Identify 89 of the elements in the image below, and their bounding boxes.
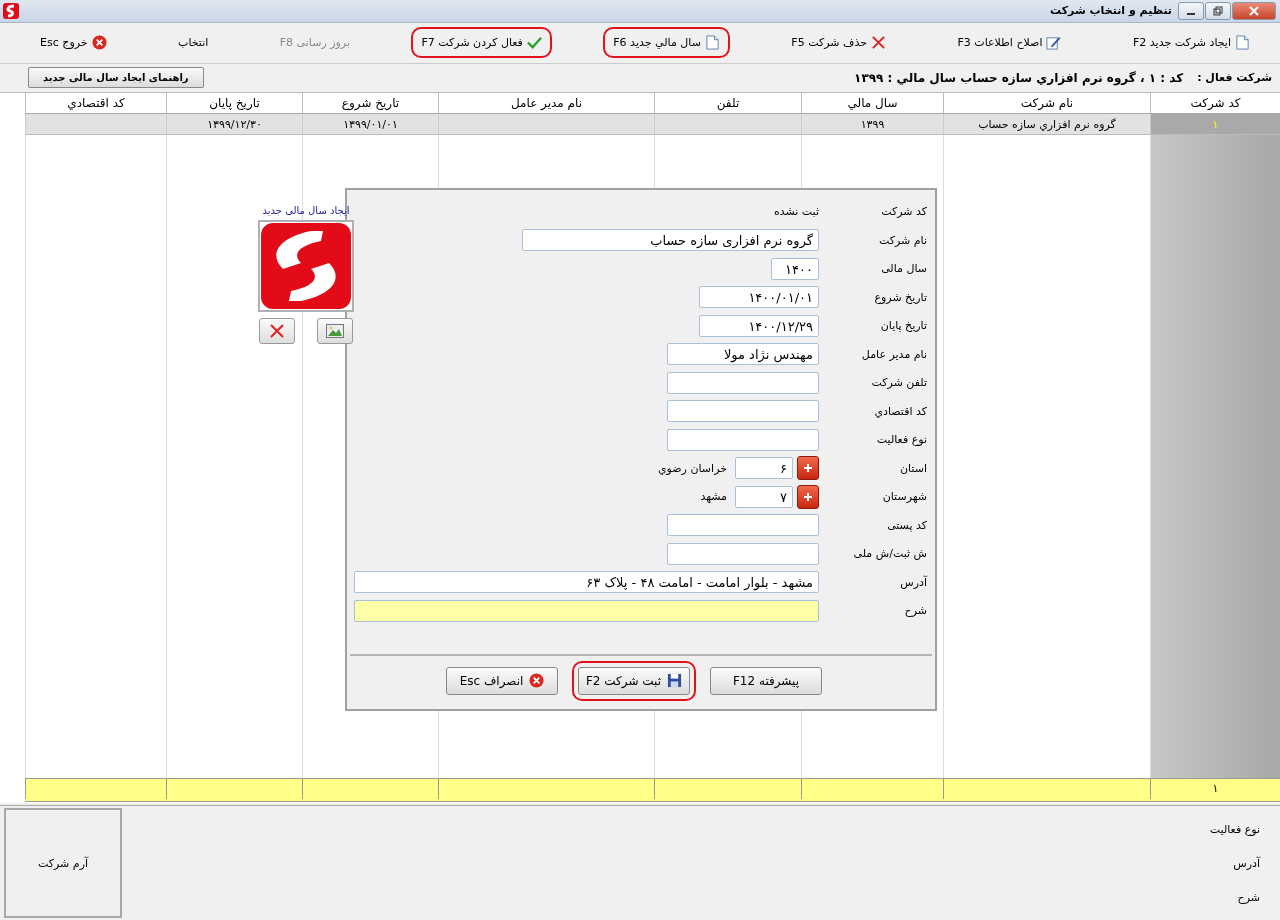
field-label: ش ثبت/ش ملی [852,547,927,561]
dialog-button[interactable]: پیشرفته F12 [710,666,822,695]
remove-image-button[interactable] [259,317,295,344]
save-icon [667,673,683,689]
detail-label: شرح [1236,890,1260,904]
field-label: کد شرکت [880,205,927,219]
document-icon [704,35,720,51]
toolbar-button[interactable]: انتخاب [168,28,219,58]
input-field[interactable] [667,542,819,565]
column-header[interactable]: تاريخ پايان [166,92,302,113]
input-field[interactable]: ۱۴۰۰/۰۱/۰۱ [699,286,819,309]
logo-label: آرم شرکت [38,856,88,870]
exit-icon [529,673,545,689]
field-label: نوع فعالیت [875,433,927,447]
input-field[interactable] [667,400,819,423]
minimize-button[interactable] [1178,1,1204,20]
field-label: سال مالی [880,262,927,276]
add-button[interactable] [797,456,819,481]
toolbar-button[interactable]: خروج Esc [30,27,117,59]
detail-label: نوع فعالیت [1209,822,1260,836]
dialog-button[interactable]: انصراف Esc [446,666,558,695]
table-row[interactable]: ۱ گروه نرم افزاري سازه حساب ۱۳۹۹ ۱۳۹۹/۰۱/۰۱ ۱۳۹۹/۱۲/۳۰ [25,113,1280,135]
column-header[interactable]: تاريخ شروع [302,92,438,113]
field-label: شرح [903,604,927,618]
field-label: کد اقتصادي [873,404,927,418]
toolbar-button[interactable]: ایجاد شرکت جدید F2 [1122,27,1260,59]
input-field[interactable]: مشهد - بلوار امامت - امامت ۴۸ - پلاک ۶۳ [354,571,819,594]
field-label: تاریخ پایان [879,319,927,333]
document-icon [1235,35,1250,51]
field-label: آدرس [899,575,927,589]
check-icon [526,35,542,51]
detail-label: آدرس [1232,856,1260,870]
active-company-value: کد : ۱ ، گروه نرم افزاري سازه حساب سال مالي : ۱۳۹۹ [854,70,1184,85]
toolbar-button[interactable]: حذف شرکت F5 [781,27,896,59]
pencil-icon [1046,35,1062,51]
help-button[interactable]: راهنمای ایجاد سال مالی جدید [28,67,204,89]
input-field[interactable]: ۱۴۰۰ [771,257,819,280]
table-cell: گروه نرم افزاري سازه حساب [978,117,1116,131]
field-label: تاریخ شروع [873,290,927,304]
lookup-caption: مشهد [700,490,727,504]
field-label: شهرستان [881,490,927,504]
column-header[interactable]: نام مدير عامل [438,92,654,113]
window-title: تنظیم و انتخاب شرکت [1050,4,1172,18]
column-header[interactable]: نام شرکت [943,92,1150,113]
field-label: نام مدیر عامل [860,347,927,361]
input-field[interactable] [667,371,819,394]
plus-icon [803,491,813,502]
exit-icon [91,35,107,51]
input-field[interactable] [667,428,819,451]
image-caption: ایجاد سال مالی جدید [262,204,350,216]
add-button[interactable] [797,484,819,509]
summary-count: ۱ [1212,782,1219,796]
column-header[interactable]: تلفن [654,92,801,113]
column-header[interactable]: سال مالي [801,92,943,113]
table-cell: ۱۳۹۹/۰۱/۰۱ [343,117,398,131]
code-field[interactable]: ۷ [735,485,793,508]
field-label: تلفن شرکت [870,376,927,390]
minimize-icon [1187,13,1195,16]
browse-image-button[interactable] [317,317,353,344]
column-header[interactable]: کد اقتصادي [25,92,166,113]
input-field[interactable]: مهندس نژاد مولا [667,343,819,366]
app-logo-icon [3,2,19,19]
input-field[interactable]: گروه نرم افزاری سازه حساب [522,229,819,252]
toolbar-button[interactable]: سال مالي جديد F6 [603,27,730,59]
close-button[interactable] [1232,1,1276,20]
close-icon [1249,5,1259,16]
field-label: استان [898,461,927,475]
restore-button[interactable] [1205,1,1231,20]
input-field[interactable] [354,599,819,622]
plus-icon [803,463,813,474]
table-cell: ۱۳۹۹ [860,117,885,131]
restore-icon [1213,5,1223,16]
column-header[interactable]: کد شرکت [1150,92,1280,113]
toolbar-button[interactable]: فعال کردن شرکت F7 [411,27,552,59]
lookup-caption: خراسان رضوي [658,461,727,475]
field-label: کد پستی [886,518,927,532]
field-label: نام شرکت [877,233,927,247]
toolbar-button[interactable]: اصلاح اطلاعات F3 [947,27,1072,59]
input-field[interactable]: ۱۴۰۰/۱۲/۲۹ [699,314,819,337]
cross-icon [269,322,285,339]
code-field[interactable]: ۶ [735,457,793,480]
table-cell: ۱۳۹۹/۱۲/۳۰ [207,117,262,131]
image-icon [326,323,344,338]
field-value: ثبت نشده [773,205,819,219]
input-field[interactable] [667,514,819,537]
cross-icon [870,35,886,51]
table-cell: ۱ [1212,117,1219,131]
dialog-button[interactable]: ثبت شرکت F2 [578,666,690,695]
active-company-label: شرکت فعال : [1197,71,1272,85]
